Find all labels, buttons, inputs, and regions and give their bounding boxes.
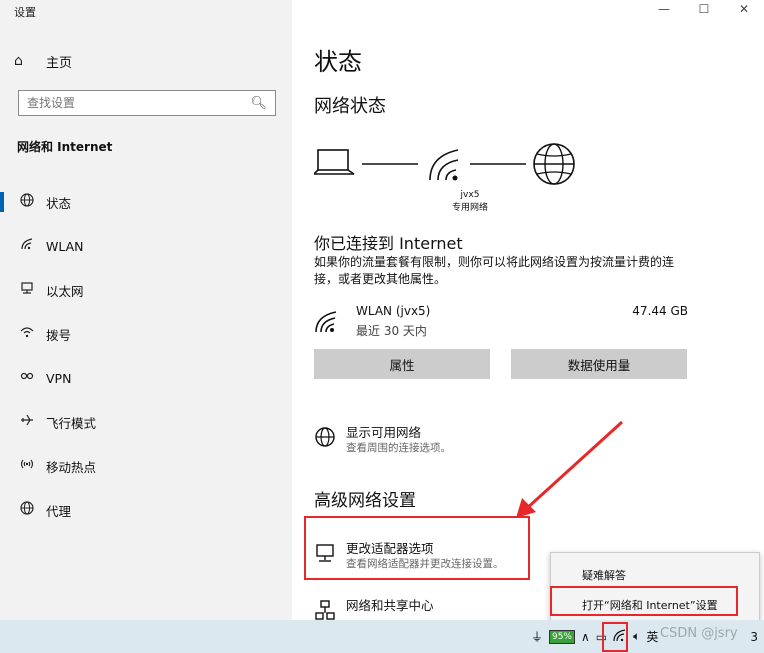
volume-icon[interactable]: 🔈︎ xyxy=(633,629,640,644)
properties-button[interactable]: 属性 xyxy=(314,349,490,379)
search-box[interactable]: 🔍︎ xyxy=(18,90,276,116)
watermark: CSDN @jsry xyxy=(660,626,738,641)
sidebar-item-label: 以太网 xyxy=(46,283,84,299)
open-settings-highlight xyxy=(550,586,738,616)
connected-description: 如果你的流量套餐有限制，则你可以将此网络设置为按流量计费的连接，或者更改其他属性… xyxy=(314,255,675,286)
close-button[interactable]: ✕ xyxy=(724,0,764,20)
adapter-options-highlight xyxy=(304,516,530,580)
connected-title: 你已连接到 Internet xyxy=(314,234,463,253)
network-name: jvx5 xyxy=(460,190,480,200)
sharing-center-icon xyxy=(314,599,336,621)
network-label: jvx5 专用网络 xyxy=(442,189,498,215)
sidebar-item-vpn[interactable]: VPN xyxy=(0,356,292,400)
network-tray-highlight xyxy=(602,622,628,652)
home-icon: ⌂ xyxy=(14,53,23,69)
sidebar-item-proxy[interactable]: 代理 xyxy=(0,488,292,532)
maximize-button[interactable]: ☐ xyxy=(684,0,724,20)
show-networks-title: 显示可用网络 xyxy=(346,425,422,440)
sidebar-item-status[interactable]: 状态 xyxy=(0,180,292,224)
sidebar-item-airplane[interactable]: 飞行模式 xyxy=(0,400,292,444)
nav-list: 状态 WLAN 以太网 拨号 VPN 飞行模式 移动热点 代理 xyxy=(0,180,292,532)
sidebar: 设置 ⌂ 主页 🔍︎ 网络和 Internet 状态 WLAN xyxy=(0,0,292,620)
sidebar-item-label: 状态 xyxy=(46,195,72,211)
connection-period: 最近 30 天内 xyxy=(356,324,427,338)
sidebar-item-wlan[interactable]: WLAN xyxy=(0,224,292,268)
sharing-center-title: 网络和共享中心 xyxy=(346,598,434,613)
globe-icon xyxy=(314,426,336,448)
menu-item-troubleshoot[interactable]: 疑难解答 xyxy=(582,567,626,583)
airplane-icon xyxy=(18,413,36,431)
window-controls: — ☐ ✕ xyxy=(644,0,764,20)
network-diagram: jvx5 专用网络 xyxy=(313,140,614,220)
sidebar-item-dialup[interactable]: 拨号 xyxy=(0,312,292,356)
connection-row: WLAN (jvx5) 最近 30 天内 47.44 GB xyxy=(314,302,688,342)
sidebar-item-label: 飞行模式 xyxy=(46,415,97,431)
network-type: 专用网络 xyxy=(451,203,488,213)
hotspot-icon xyxy=(18,457,36,475)
ethernet-icon xyxy=(18,281,36,299)
advanced-settings-heading: 高级网络设置 xyxy=(314,491,416,511)
globe-icon xyxy=(18,193,36,211)
network-status-heading: 网络状态 xyxy=(314,96,386,117)
wifi-icon xyxy=(18,237,36,255)
sidebar-item-label: 移动热点 xyxy=(46,459,97,475)
page-title: 状态 xyxy=(314,48,362,76)
search-input[interactable] xyxy=(27,96,227,110)
data-usage-button[interactable]: 数据使用量 xyxy=(511,349,687,379)
plug-icon: ⏚ xyxy=(530,630,543,644)
internet-globe-icon xyxy=(533,143,575,185)
sidebar-item-label: 拨号 xyxy=(46,327,72,343)
sidebar-item-label: 代理 xyxy=(46,503,72,519)
ime-indicator[interactable]: 英 xyxy=(646,628,658,645)
search-icon[interactable]: 🔍︎ xyxy=(250,96,267,111)
wifi-signal-icon xyxy=(429,149,459,181)
taskbar: ⏚ 95% ∧ ▭ 🔈︎ 英 3 xyxy=(0,620,764,653)
nav-home-label: 主页 xyxy=(46,55,73,71)
proxy-globe-icon xyxy=(18,501,36,519)
battery-indicator[interactable]: 95% xyxy=(548,629,575,644)
network-diagram-graphic xyxy=(313,143,575,185)
nav-home[interactable]: ⌂ 主页 xyxy=(14,50,284,72)
connection-usage: 47.44 GB xyxy=(632,304,688,318)
sidebar-item-label: WLAN xyxy=(46,238,84,254)
notification-badge[interactable]: 3 xyxy=(750,630,758,644)
show-networks-option[interactable]: 显示可用网络 查看周围的连接选项。 xyxy=(314,422,694,458)
wifi-icon xyxy=(314,308,340,337)
show-networks-subtitle: 查看周围的连接选项。 xyxy=(346,442,451,454)
minimize-button[interactable]: — xyxy=(644,0,684,20)
sidebar-item-hotspot[interactable]: 移动热点 xyxy=(0,444,292,488)
chevron-up-icon[interactable]: ∧ xyxy=(581,630,590,644)
window-title: 设置 xyxy=(14,6,36,19)
vpn-icon xyxy=(18,369,36,387)
sidebar-item-label: VPN xyxy=(46,370,72,386)
dialup-icon xyxy=(18,325,36,343)
laptop-icon xyxy=(313,149,355,175)
sidebar-item-ethernet[interactable]: 以太网 xyxy=(0,268,292,312)
sidebar-section-title: 网络和 Internet xyxy=(17,140,113,154)
connection-name: WLAN (jvx5) xyxy=(356,304,431,318)
